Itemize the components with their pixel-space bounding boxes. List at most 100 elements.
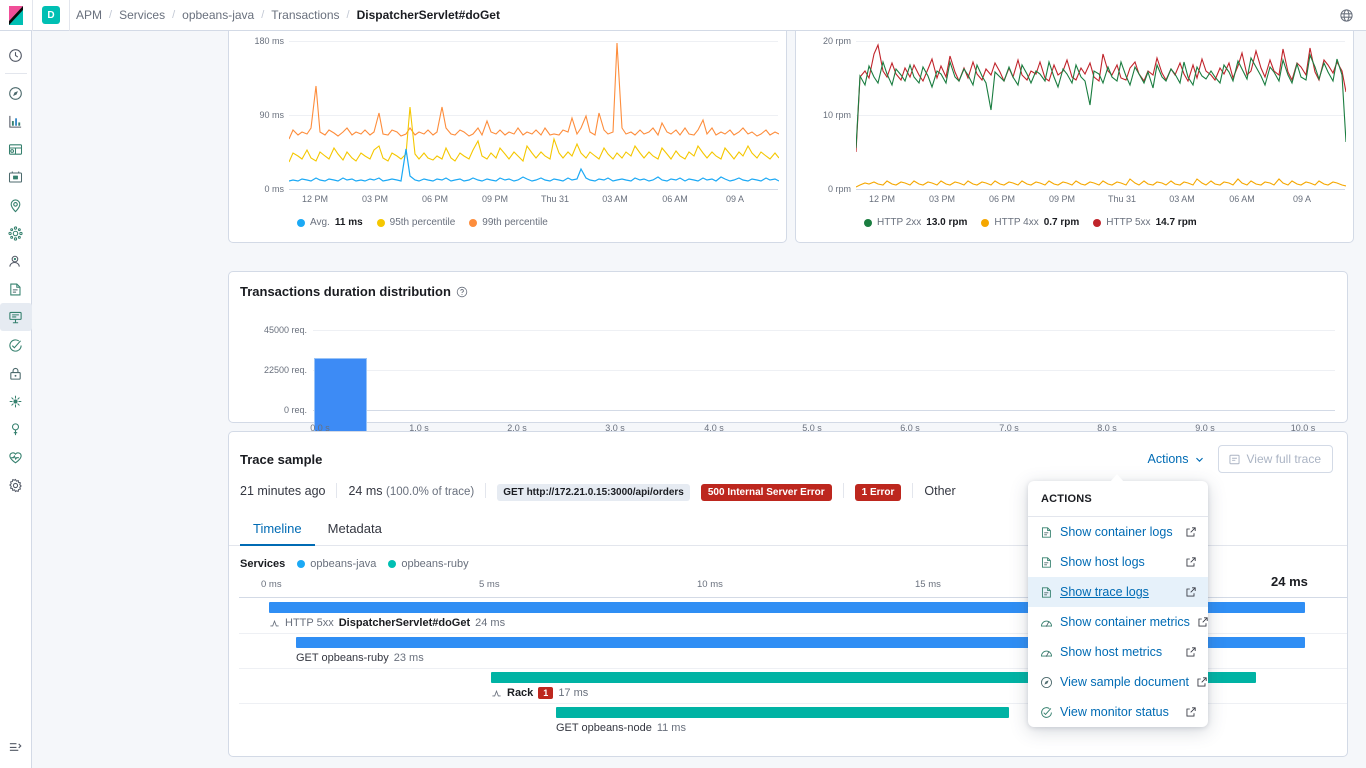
sidebar-item-maps[interactable] [0,191,32,219]
breadcrumb-item-transactions[interactable]: Transactions [271,8,339,22]
service-legend-opbeans-java: opbeans-java [297,558,376,570]
error-count-badge[interactable]: 1 Error [855,484,902,501]
collapse-sidebar-icon[interactable] [0,732,32,760]
waterfall-bar-opbeans-node[interactable] [556,707,1009,718]
menu-item-show-host-logs[interactable]: Show host logs [1028,547,1208,577]
question-circle-icon[interactable] [456,286,468,298]
tab-metadata[interactable]: Metadata [315,514,395,545]
logs-icon [1040,556,1053,569]
throughput-x-tick-5: 03 AM [1152,194,1212,204]
legend-label-http-2xx: HTTP 2xx [877,217,921,228]
throughput-x-tick-1: 03 PM [912,194,972,204]
throughput-y-tick-20: 20 rpm [796,36,851,46]
waterfall-tick-0ms: 0 ms [261,579,282,590]
latency-x-tick-7: 09 A [705,194,765,204]
sidebar-item-stack-monitoring[interactable] [0,443,32,471]
latency-chart[interactable]: 180 ms 90 ms 0 ms 12 PM 03 PM 06 PM 09 P… [229,31,786,242]
legend-label-avg: Avg. [310,217,330,228]
menu-item-show-container-logs[interactable]: Show container logs [1028,517,1208,547]
distribution-title: Transactions duration distribution [240,284,451,299]
menu-item-view-monitor-status[interactable]: View monitor status [1028,697,1208,727]
sidebar-item-logs[interactable] [0,275,32,303]
sidebar-item-apm[interactable] [0,303,32,331]
breadcrumb-separator: / [261,9,264,21]
sidebar-item-security[interactable] [0,359,32,387]
legend-value-http-4xx: 0.7 rpm [1044,217,1080,228]
trace-header-actions: Actions View full trace [1148,445,1333,473]
menu-label-show-container-logs: Show container logs [1060,525,1178,539]
legend-dot-p95 [377,219,385,227]
service-dot-opbeans-java [297,560,305,568]
waterfall-error-badge-rack[interactable]: 1 [538,687,553,699]
compass-icon [1040,676,1053,689]
latency-x-tick-1: 03 PM [345,194,405,204]
help-globe-icon[interactable] [1335,4,1357,26]
uptime-icon [1040,706,1053,719]
menu-item-show-container-metrics[interactable]: Show container metrics [1028,607,1208,637]
trace-duration-pct: (100.0% of trace) [386,486,474,498]
menu-item-view-sample-document[interactable]: View sample document [1028,667,1208,697]
waterfall-duration-rack: 17 ms [558,687,588,699]
kibana-logo[interactable] [0,0,32,31]
sidebar-item-machine-learning[interactable] [0,247,32,275]
metrics-icon [1040,616,1053,629]
actions-button-label: Actions [1148,452,1189,466]
sidebar-item-canvas[interactable] [0,135,32,163]
sidebar-item-uptime[interactable] [0,331,32,359]
legend-item-avg[interactable]: Avg. 11 ms [297,217,363,228]
sidebar-item-management[interactable] [0,471,32,499]
sidebar-item-fleet[interactable] [0,387,32,415]
legend-item-http-2xx[interactable]: HTTP 2xx 13.0 rpm [864,217,967,228]
legend-value-http-2xx: 13.0 rpm [926,217,967,228]
space-avatar[interactable]: D [42,6,60,24]
document-icon [1228,453,1241,466]
sidebar-item-graph[interactable] [0,219,32,247]
legend-dot-http-2xx [864,219,872,227]
latency-x-tick-5: 03 AM [585,194,645,204]
sidebar-item-discover[interactable] [0,79,32,107]
breadcrumb-separator: / [347,9,350,21]
legend-item-http-4xx[interactable]: HTTP 4xx 0.7 rpm [981,217,1079,228]
breadcrumb-item-opbeans-java[interactable]: opbeans-java [182,8,254,22]
view-full-trace-button[interactable]: View full trace [1218,445,1333,473]
latency-y-tick-180: 180 ms [229,36,284,46]
latency-chart-panel: 180 ms 90 ms 0 ms 12 PM 03 PM 06 PM 09 P… [228,31,787,243]
throughput-y-tick-10: 10 rpm [796,110,851,120]
breadcrumb-item-services[interactable]: Services [119,8,165,22]
latency-x-tick-6: 06 AM [645,194,705,204]
dist-y-tick-0: 0 req. [237,405,307,415]
legend-item-p99[interactable]: 99th percentile [469,217,548,228]
duration-distribution-panel: Transactions duration distribution 45000… [228,271,1348,423]
global-header: D APM / Services / opbeans-java / Transa… [0,0,1366,31]
latency-series [289,41,779,189]
legend-dot-avg [297,219,305,227]
chevron-down-icon [1194,454,1205,465]
service-name-opbeans-java: opbeans-java [310,558,376,570]
sidebar-item-dashboard[interactable] [0,107,32,135]
actions-button[interactable]: Actions [1148,452,1205,466]
trace-duration-value: 24 ms [348,484,382,498]
duration-distribution-chart[interactable]: 45000 req. 22500 req. 0 req. 0.0 s 1.0 s… [229,299,1347,409]
sidebar-item-dev-tools[interactable] [0,415,32,443]
throughput-chart[interactable]: 20 rpm 10 rpm 0 rpm 12 PM 03 PM 06 PM 09… [796,31,1353,242]
latency-y-tick-0: 0 ms [229,184,284,194]
external-link-icon [1197,616,1208,628]
external-link-icon [1185,526,1197,538]
sidebar-item-visualize[interactable] [0,163,32,191]
menu-item-show-host-metrics[interactable]: Show host metrics [1028,637,1208,667]
external-link-icon [1185,586,1197,598]
trace-duration: 24 ms (100.0% of trace) [337,484,485,498]
breadcrumb-item-apm[interactable]: APM [76,8,102,22]
trace-url-badge[interactable]: GET http://172.21.0.15:3000/api/orders [497,484,690,501]
latency-legend: Avg. 11 ms 95th percentile 99th percenti… [297,217,548,228]
logs-icon [1040,586,1053,599]
throughput-x-tick-3: 09 PM [1032,194,1092,204]
sidebar-item-recently-viewed[interactable] [0,41,32,69]
throughput-legend: HTTP 2xx 13.0 rpm HTTP 4xx 0.7 rpm HTTP … [864,217,1197,228]
legend-item-p95[interactable]: 95th percentile [377,217,456,228]
distribution-title-row: Transactions duration distribution [229,272,1347,299]
tab-timeline[interactable]: Timeline [240,514,315,545]
menu-item-show-trace-logs[interactable]: Show trace logs [1028,577,1208,607]
waterfall-name-opbeans-node: GET opbeans-node [556,722,652,734]
legend-item-http-5xx[interactable]: HTTP 5xx 14.7 rpm [1093,217,1196,228]
